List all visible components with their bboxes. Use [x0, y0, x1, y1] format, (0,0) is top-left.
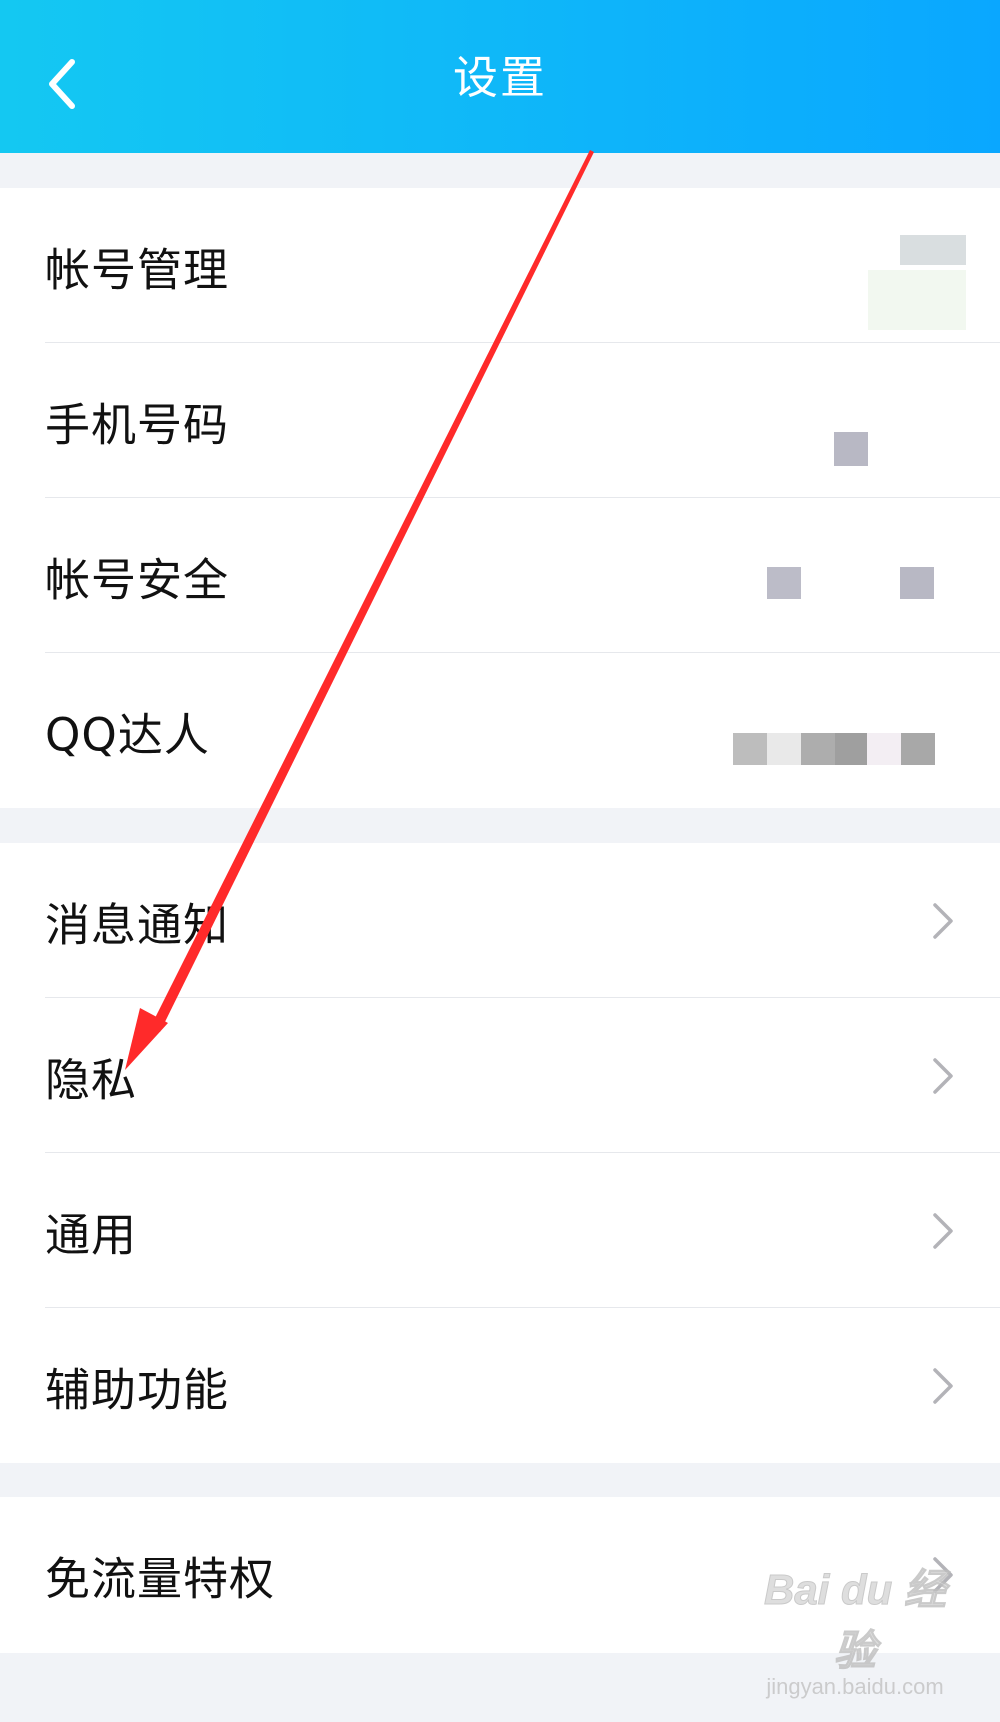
- baidu-jingyan-watermark: Bai du 经验 jingyan.baidu.com: [755, 1556, 955, 1700]
- list-item-label: QQ达人: [45, 708, 210, 761]
- redacted-mosaic: [900, 235, 966, 265]
- chevron-right-icon: [933, 902, 953, 939]
- watermark-logo: Bai du 经验: [763, 1566, 946, 1675]
- list-item-label: 免流量特权: [45, 1552, 276, 1606]
- chevron-right-icon: [933, 1212, 953, 1249]
- chevron-right-icon: [933, 1057, 953, 1094]
- redacted-mosaic: [868, 270, 966, 330]
- page-title: 设置: [452, 51, 547, 104]
- list-item-account-management[interactable]: 帐号管理: [0, 188, 1000, 343]
- watermark-url: jingyan.baidu.com: [766, 1674, 944, 1699]
- list-item-privacy[interactable]: 隐私: [0, 998, 1000, 1153]
- list-item-label: 消息通知: [45, 898, 230, 951]
- redacted-mosaic: [834, 432, 868, 466]
- redacted-mosaic: [801, 733, 835, 765]
- list-item-label: 隐私: [45, 1053, 138, 1106]
- redacted-mosaic: [767, 567, 801, 599]
- list-item-label: 通用: [45, 1208, 138, 1261]
- list-item-accessibility[interactable]: 辅助功能: [0, 1308, 1000, 1463]
- redacted-mosaic: [867, 733, 901, 765]
- chevron-right-icon: [933, 1367, 953, 1404]
- account-group: 帐号管理 手机号码 帐号安全 QQ达人: [0, 188, 1000, 808]
- redacted-mosaic: [733, 733, 767, 765]
- list-item-label: 辅助功能: [45, 1363, 230, 1416]
- list-item-phone-number[interactable]: 手机号码: [0, 343, 1000, 498]
- list-item-label: 手机号码: [45, 398, 230, 451]
- list-item-message-notification[interactable]: 消息通知: [0, 843, 1000, 998]
- list-item-label: 帐号安全: [45, 553, 230, 606]
- list-item-general[interactable]: 通用: [0, 1153, 1000, 1308]
- redacted-mosaic: [901, 733, 935, 765]
- top-bar: 设置: [0, 0, 1000, 153]
- redacted-mosaic: [835, 733, 867, 765]
- settings-page: 设置 帐号管理 手机号码 帐号安全 QQ达人 消息通知 隐私 通用 辅助功能 免…: [0, 0, 1000, 1722]
- list-item-qq-expert[interactable]: QQ达人: [0, 653, 1000, 808]
- list-item-label: 帐号管理: [45, 243, 230, 296]
- list-item-account-security[interactable]: 帐号安全: [0, 498, 1000, 653]
- general-settings-group: 消息通知 隐私 通用 辅助功能: [0, 843, 1000, 1463]
- redacted-mosaic: [767, 733, 801, 765]
- redacted-mosaic: [900, 567, 934, 599]
